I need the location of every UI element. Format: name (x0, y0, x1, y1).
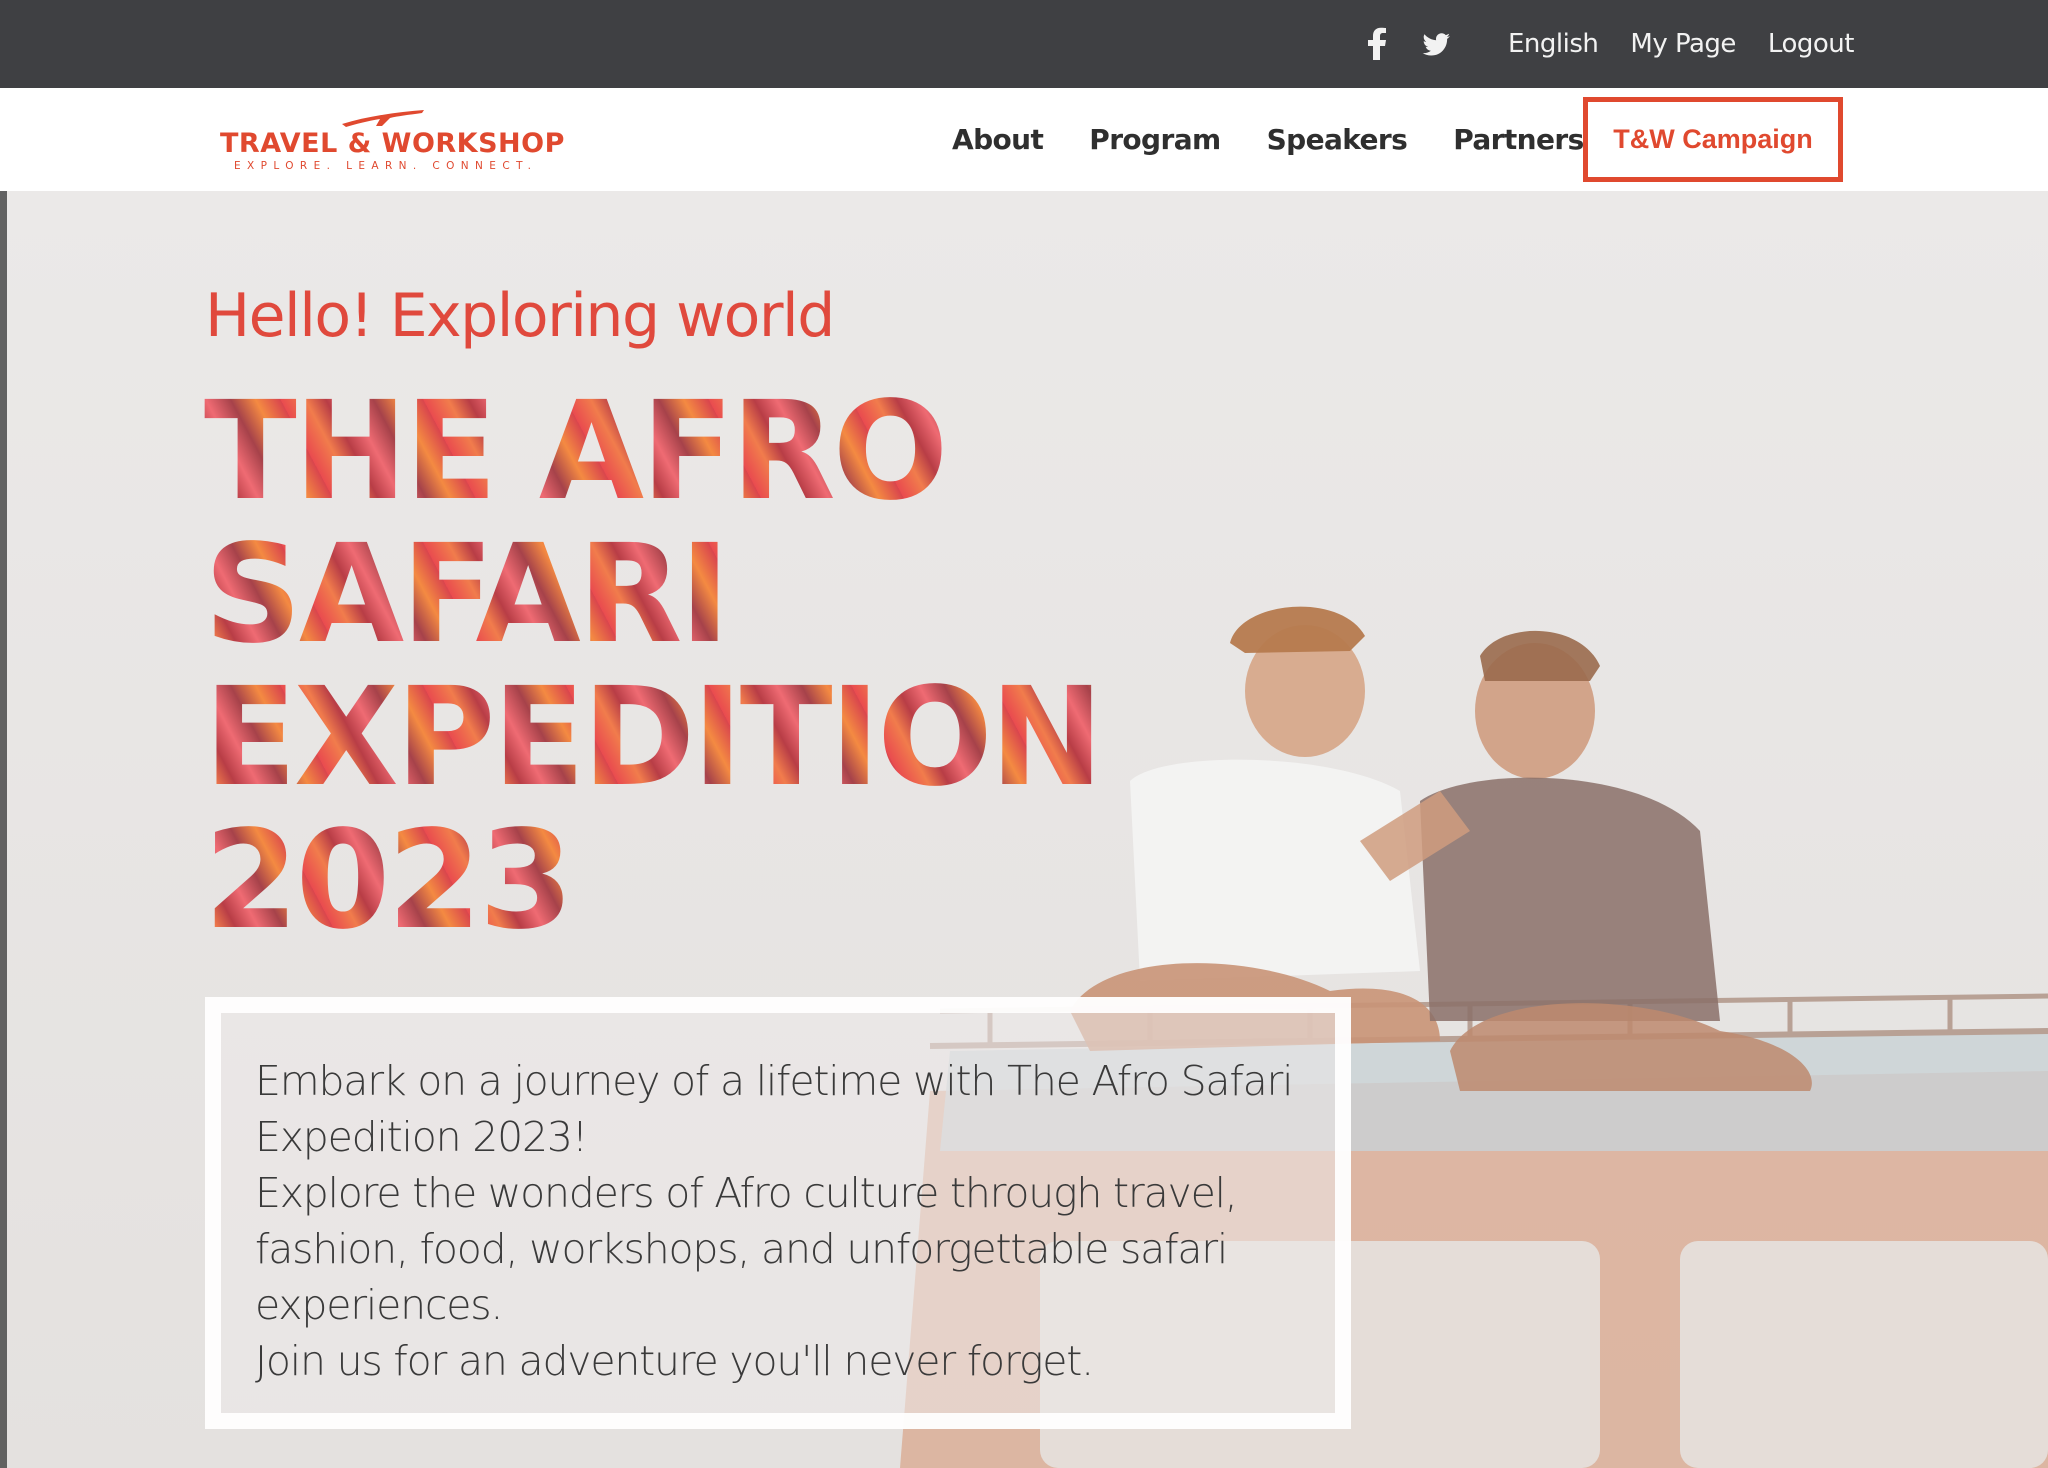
nav-program[interactable]: Program (1089, 123, 1221, 156)
twitter-icon[interactable] (1420, 24, 1452, 64)
nav-speakers[interactable]: Speakers (1267, 123, 1408, 156)
headline-line-4: 2023 (204, 810, 1104, 953)
logout-link[interactable]: Logout (1768, 29, 1855, 59)
hero-headline: THE AFRO SAFARI EXPEDITION 2023 (204, 381, 1104, 953)
hero-greeting: Hello! Exploring world (205, 281, 835, 351)
logo-text: TRAVEL & WORKSHOP (220, 128, 565, 159)
description-line: experiences. (255, 1281, 503, 1329)
campaign-button[interactable]: T&W Campaign (1583, 97, 1843, 182)
primary-nav: About Program Speakers Partners (952, 88, 1584, 191)
logo-tagline: EXPLORE. LEARN. CONNECT. (234, 160, 538, 172)
main-navbar: TRAVEL & WORKSHOP EXPLORE. LEARN. CONNEC… (0, 88, 2048, 191)
facebook-icon[interactable] (1362, 24, 1394, 64)
description-line: Join us for an adventure you'll never fo… (255, 1337, 1094, 1385)
description-line: fashion, food, workshops, and unforgetta… (255, 1225, 1228, 1273)
social-links (1362, 24, 1452, 64)
utility-links: English My Page Logout (1508, 0, 1854, 88)
left-edge-shadow (0, 191, 7, 1468)
my-page-link[interactable]: My Page (1630, 29, 1736, 59)
description-line: Embark on a journey of a lifetime with T… (255, 1057, 1294, 1105)
headline-line-2: SAFARI (204, 524, 1104, 667)
hero-description-box: Embark on a journey of a lifetime with T… (205, 997, 1351, 1429)
logo[interactable]: TRAVEL & WORKSHOP EXPLORE. LEARN. CONNEC… (220, 106, 564, 178)
headline-line-3: EXPEDITION (204, 667, 1104, 810)
headline-line-1: THE AFRO (204, 381, 1104, 524)
nav-about[interactable]: About (952, 123, 1044, 156)
description-line: Expedition 2023! (255, 1113, 588, 1161)
top-utility-bar: English My Page Logout (0, 0, 2048, 88)
language-link[interactable]: English (1508, 29, 1599, 59)
hero-description: Embark on a journey of a lifetime with T… (255, 1053, 1315, 1389)
hero-section: Hello! Exploring world THE AFRO SAFARI E… (0, 191, 2048, 1468)
description-line: Explore the wonders of Afro culture thro… (255, 1169, 1238, 1217)
airplane-icon (342, 110, 424, 127)
nav-partners[interactable]: Partners (1453, 123, 1584, 156)
